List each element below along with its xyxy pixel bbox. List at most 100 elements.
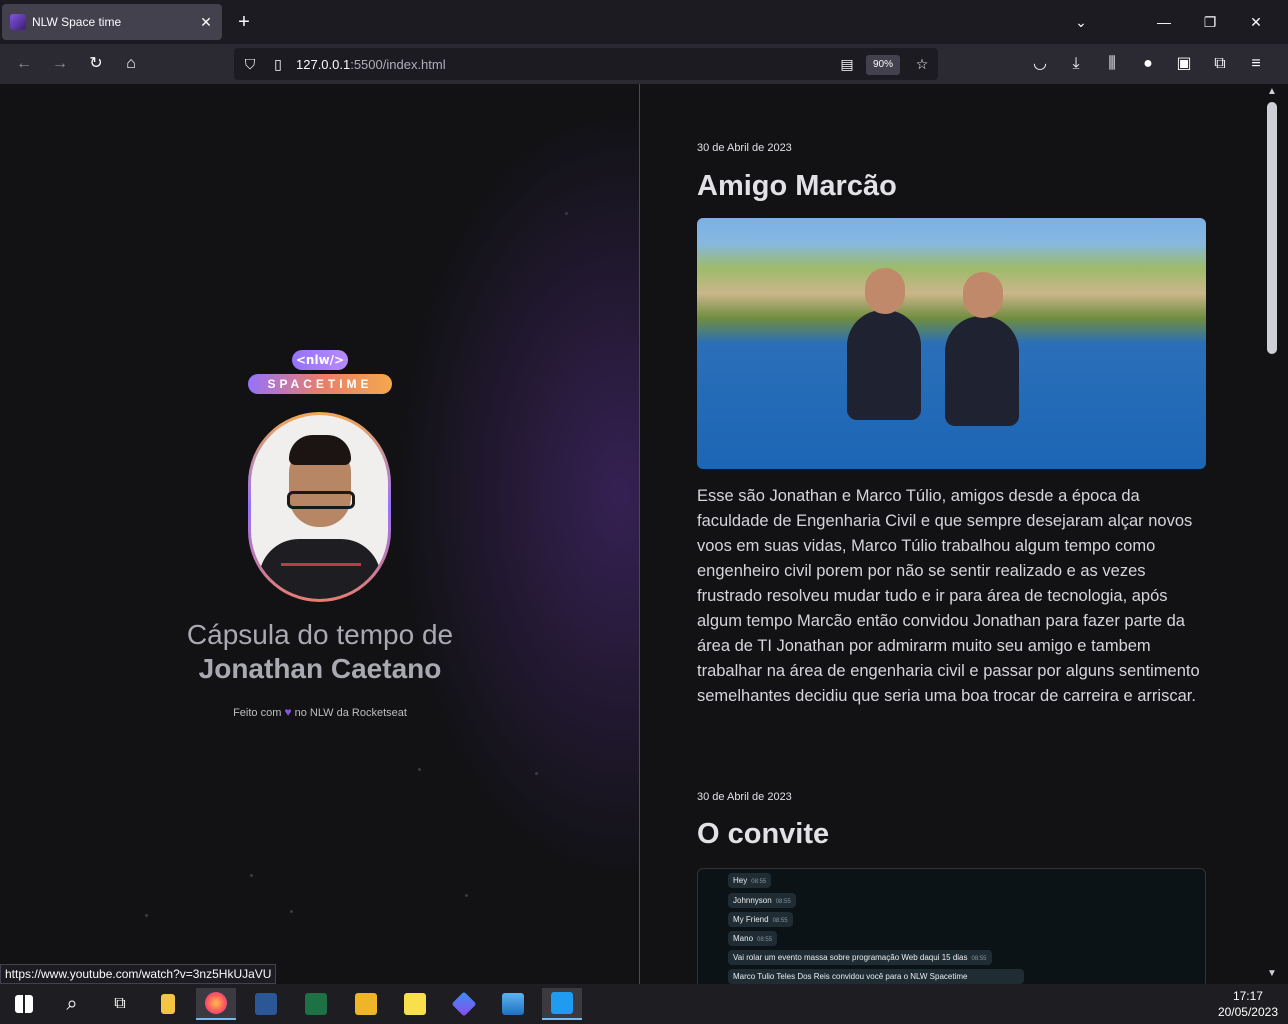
navigation-toolbar: ← → ↻ ⌂ ⛉ ▯ 127.0.0.1:5500/index.html ▤ … [0,44,1288,84]
left-panel: <nlw/> SPACETIME Cápsula do tempo de Jon… [0,84,639,984]
windows-taskbar: ⌕ ⧉ 17:17 20/05/2023 [0,984,1288,1024]
clock-date: 20/05/2023 [1217,1005,1278,1019]
address-bar[interactable]: ⛉ ▯ 127.0.0.1:5500/index.html ▤ 90% ☆ [234,48,938,80]
menu-hamburger-icon[interactable]: ≡ [1244,52,1268,76]
task-view-icon[interactable]: ⧉ [100,988,140,1020]
star-decoration [535,772,538,775]
chat-message-text: Vai rolar um evento massa sobre programa… [733,953,968,962]
minimize-button[interactable]: — [1152,10,1176,34]
new-tab-button[interactable]: + [232,10,256,34]
avatar-shirt [259,539,381,599]
scroll-down-arrow-icon[interactable]: ▼ [1266,968,1278,979]
star-decoration [290,910,293,913]
close-tab-icon[interactable]: ✕ [198,14,214,31]
back-arrow-icon[interactable]: ← [12,52,36,76]
star-decoration [465,894,468,897]
made-with-footer: Feito com ♥ no NLW da Rocketseat [120,705,520,719]
scroll-up-arrow-icon[interactable]: ▲ [1266,86,1278,97]
home-icon[interactable]: ⌂ [119,52,143,76]
excel-glyph [305,993,327,1015]
excel-icon[interactable] [296,988,336,1020]
reader-view-icon[interactable]: ▤ [837,54,857,74]
chat-message-time: 08:55 [757,937,773,943]
reload-icon[interactable]: ↻ [84,52,108,76]
made-with-prefix: Feito com [233,707,282,719]
chat-message-text: Hey [733,876,748,885]
folder-glyph [355,993,377,1015]
search-glyph: ⌕ [66,992,78,1015]
forward-arrow-icon[interactable]: → [48,52,72,76]
system-clock[interactable]: 17:17 20/05/2023 [1218,988,1278,1020]
extension-icon[interactable]: ▣ [1172,52,1196,76]
file-glyph [161,994,175,1014]
url-host: 127.0.0.1 [296,57,351,72]
nlw-spacetime-logo: <nlw/> SPACETIME [248,350,392,396]
memory-date: 30 de Abril de 2023 [697,142,792,154]
status-link-preview: https://www.youtube.com/watch?v=3nz5HkUJ… [0,964,277,984]
memory-title: O convite [697,818,830,850]
chat-message-time: 08:55 [971,956,987,962]
star-decoration [145,914,148,917]
library-icon[interactable]: ⫼ [1100,52,1124,76]
chat-message: My Friend 08:55 [728,912,793,927]
scrollbar-thumb[interactable] [1267,102,1277,354]
list-tabs-chevron-icon[interactable]: ⌄ [1069,10,1093,34]
chat-message-text: Johnnyson [733,896,772,905]
tab-bar: NLW Space time ✕ + ⌄ — ❐ ✕ [0,0,1288,44]
capsule-title-line1: Cápsula do tempo de [186,619,454,650]
memory-text: Esse são Jonathan e Marco Túlio, amigos … [697,487,1200,705]
firefox-glyph [205,992,227,1014]
firefox-taskbar-icon[interactable] [196,988,236,1020]
url-text[interactable]: 127.0.0.1:5500/index.html [296,57,446,72]
chat-message-time: 08:55 [775,899,791,905]
chat-message-text: My Friend [733,915,769,924]
bookmark-star-icon[interactable]: ☆ [912,54,932,74]
chat-message-text: Marco Tulio Teles Dos Reis convidou você… [733,972,968,981]
extensions-puzzle-icon[interactable]: ⧉ [1208,52,1232,76]
windows-start-icon[interactable] [4,988,44,1020]
account-icon[interactable]: ● [1136,52,1160,76]
photos-icon[interactable] [493,988,533,1020]
star-decoration [418,768,421,771]
photo-person [847,310,921,420]
chat-message: Hey 08:55 [728,873,772,888]
downloads-icon[interactable]: ⤓ [1064,52,1088,76]
tab-nlw-spacetime[interactable]: NLW Space time ✕ [2,4,222,40]
chat-message-text: Mano [733,934,754,943]
restore-button[interactable]: ❐ [1198,10,1222,34]
search-icon[interactable]: ⌕ [52,988,92,1020]
logo-nlw-tag: <nlw/> [292,350,348,370]
zoom-level-badge[interactable]: 90% [866,55,900,75]
heart-icon: ♥ [284,705,292,719]
close-window-button[interactable]: ✕ [1244,10,1268,34]
avatar-shirt-stripe [281,563,361,566]
pocket-icon[interactable]: ◡ [1028,52,1052,76]
memory-photo-chat: Hey 08:55 Johnnyson 08:55 My Friend 08:55 M… [697,868,1206,984]
power-automate-icon[interactable] [444,988,484,1020]
word-icon[interactable] [246,988,286,1020]
file-explorer-icon[interactable] [148,988,188,1020]
page-info-icon[interactable]: ▯ [268,54,288,74]
logo-spacetime: SPACETIME [248,374,392,394]
made-with-suffix: no NLW da Rocketseat [294,707,407,719]
folder-icon[interactable] [346,988,386,1020]
chat-invite-card: Marco Tulio Teles Dos Reis convidou você… [728,969,1024,984]
vscode-glyph [551,992,573,1014]
star-decoration [250,874,253,877]
capsule-owner-name: Jonathan Caetano [198,653,442,684]
page-content: <nlw/> SPACETIME Cápsula do tempo de Jon… [0,84,1288,984]
page-scrollbar[interactable]: ▲ ▼ [1264,84,1280,984]
sticky-notes-icon[interactable] [395,988,435,1020]
avatar-glasses [287,491,355,509]
windows-logo-glyph [15,995,33,1013]
capsule-title: Cápsula do tempo de Jonathan Caetano [120,618,520,686]
photo-person-head [865,268,905,314]
avatar-frame [248,412,391,602]
clock-time: 17:17 [1232,989,1263,1003]
vscode-icon[interactable] [542,988,582,1020]
memory-photo [697,218,1206,469]
favicon-icon [10,14,26,30]
shield-icon[interactable]: ⛉ [240,54,260,74]
chat-message: Mano 08:55 [728,931,778,946]
sticky-notes-glyph [404,993,426,1015]
